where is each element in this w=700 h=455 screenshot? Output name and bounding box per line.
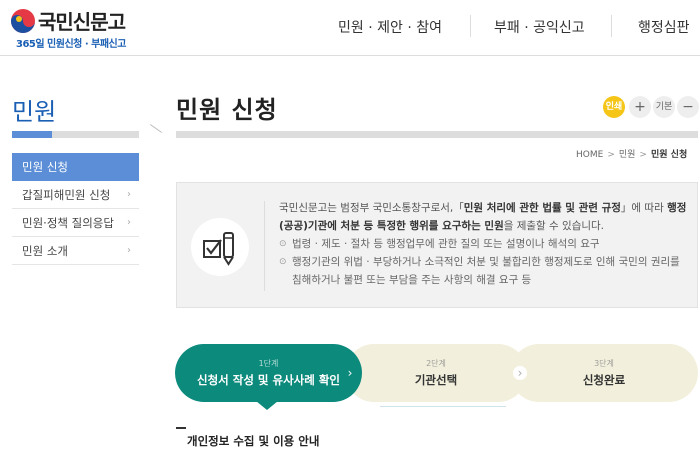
checklist-pen-icon [191, 218, 249, 276]
title-underline-bar [176, 131, 698, 138]
step-underline [380, 406, 506, 407]
info-text: 국민신문고는 범정부 국민소통창구로서,「민원 처리에 관한 법률 및 관련 규… [279, 199, 689, 289]
nav-administrative-appeal[interactable]: 행정심판 [638, 17, 690, 37]
step-3: 3단계 신청완료 [510, 344, 698, 402]
site-logo[interactable]: 국민신문고 365일 민원신청 · 부패신고 [10, 6, 130, 50]
step-chevron-icon: › [513, 366, 527, 380]
info-text-segment: 」에 따라 [620, 202, 664, 214]
logo-text: 국민신문고 [38, 10, 126, 34]
sidebar-item-label: 민원·정책 질의응답 [22, 216, 114, 230]
chevron-right-icon: › [127, 217, 131, 228]
sidebar-item-power-abuse-petition[interactable]: 갑질피해민원 신청 › [12, 181, 139, 209]
breadcrumb: HOME > 민원 > 민원 신청 [576, 147, 687, 160]
sidebar-menu: 민원 신청 갑질피해민원 신청 › 민원·정책 질의응답 › 민원 소개 › [12, 153, 139, 265]
info-bullet-text: 행정기관의 위법 · 부당하거나 소극적인 처분 및 불합리한 행정제도로 인해… [292, 256, 680, 286]
sidebar-item-label: 민원 신청 [22, 160, 68, 174]
print-button[interactable]: 인쇄 [603, 96, 625, 118]
sidebar-item-label: 갑질피해민원 신청 [22, 188, 111, 202]
info-emphasis: 민원 처리에 관한 법률 및 관련 규정 [463, 202, 621, 214]
nav-corruption-report[interactable]: 부패 · 공익신고 [494, 17, 585, 37]
logo-subtitle: 365일 민원신청 · 부패신고 [16, 39, 126, 50]
step-label: 기관선택 [414, 373, 458, 387]
zoom-in-button[interactable]: + [629, 96, 651, 118]
step-number: 1단계 [258, 359, 279, 368]
zoom-reset-button[interactable]: 기본 [653, 96, 675, 118]
breadcrumb-petition[interactable]: 민원 [619, 150, 636, 160]
step-number: 3단계 [594, 359, 614, 368]
breadcrumb-separator: > [639, 150, 647, 160]
step-chevron-icon: › [347, 366, 353, 380]
zoom-out-button[interactable]: − [677, 96, 699, 118]
nav-petition-proposal[interactable]: 민원 · 제안 · 참여 [338, 17, 442, 37]
info-text-segment: 국민신문고는 범정부 국민소통창구로서,「 [279, 202, 464, 214]
nav-divider [470, 15, 471, 37]
petition-info-box: 국민신문고는 범정부 국민소통창구로서,「민원 처리에 관한 법률 및 관련 규… [176, 182, 698, 308]
step-label: 신청완료 [582, 373, 626, 387]
bullet-circle-icon: ⊙ [279, 257, 287, 267]
info-bullet-text: 법령 · 제도 · 절차 등 행정업무에 관한 질의 또는 설명이나 해석의 요… [292, 238, 600, 250]
sidebar-title-bar-fill [12, 131, 52, 138]
decorative-slash [149, 124, 163, 133]
site-header: 국민신문고 365일 민원신청 · 부패신고 민원 · 제안 · 참여 부패 ·… [0, 0, 700, 56]
sidebar-item-label: 민원 소개 [22, 244, 68, 258]
step-1-active: 1단계 신청서 작성 및 유사사례 확인 [175, 344, 362, 402]
info-text-segment: 을 제출할 수 있습니다. [503, 220, 605, 232]
info-paragraph: 국민신문고는 범정부 국민소통창구로서,「민원 처리에 관한 법률 및 관련 규… [279, 199, 689, 235]
chevron-right-icon: › [127, 245, 131, 256]
step-2: 2단계 기관선택 [345, 344, 527, 402]
sidebar-title-bar [12, 131, 139, 138]
info-bullet: ⊙ 법령 · 제도 · 절차 등 행정업무에 관한 질의 또는 설명이나 해석의 … [279, 235, 689, 253]
breadcrumb-separator: > [607, 150, 615, 160]
nav-divider [611, 15, 612, 37]
step-number: 2단계 [426, 359, 446, 368]
breadcrumb-home[interactable]: HOME [576, 150, 603, 160]
chevron-right-icon: › [127, 189, 131, 200]
sidebar-item-policy-qna[interactable]: 민원·정책 질의응답 › [12, 209, 139, 237]
sidebar-item-petition-intro[interactable]: 민원 소개 › [12, 237, 139, 265]
bullet-circle-icon: ⊙ [279, 239, 287, 249]
section-title-privacy: 개인정보 수집 및 이용 안내 [187, 434, 320, 448]
info-divider [264, 201, 265, 291]
sidebar-item-petition-apply[interactable]: 민원 신청 [12, 153, 139, 181]
sidebar-title: 민원 [12, 98, 57, 126]
section-title-dash [176, 427, 186, 429]
breadcrumb-current: 민원 신청 [650, 150, 688, 160]
taegeuk-logo-icon [11, 9, 35, 33]
step-pointer [256, 401, 278, 410]
info-bullet: ⊙ 행정기관의 위법 · 부당하거나 소극적인 처분 및 불합리한 행정제도로 인… [279, 253, 689, 289]
step-label: 신청서 작성 및 유사사례 확인 [197, 373, 340, 387]
page-title: 민원 신청 [176, 96, 278, 124]
